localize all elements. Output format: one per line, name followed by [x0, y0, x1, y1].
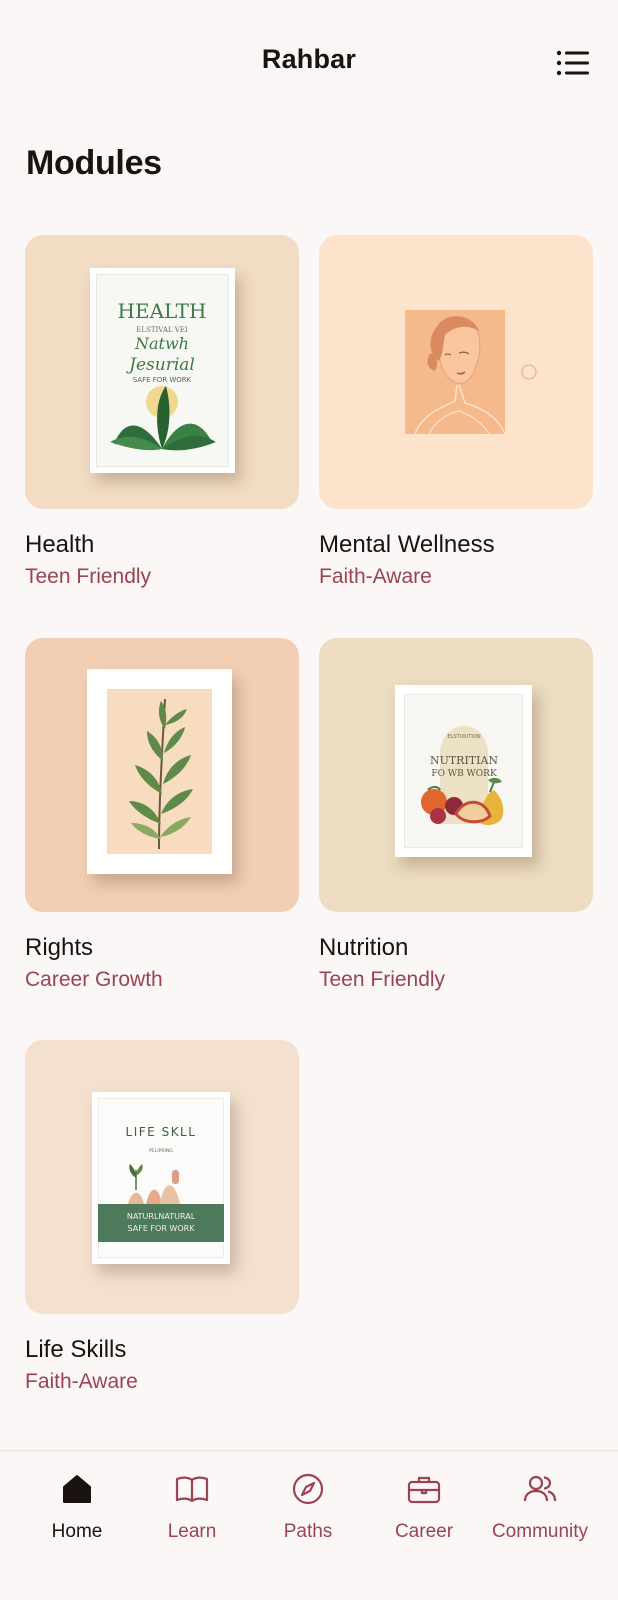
home-icon [63, 1475, 91, 1503]
module-thumbnail: LIFE SKLL PELIPRING NATURLNATURAL SAFE F… [25, 1040, 299, 1314]
users-icon [523, 1475, 557, 1502]
nav-item-home[interactable]: Home [17, 1471, 137, 1543]
list-menu-icon [556, 50, 589, 76]
poster-frame: ELSTUIUTION NUTRITIAN FO WB WORK [395, 685, 532, 857]
module-card-nutrition[interactable]: ELSTUIUTION NUTRITIAN FO WB WORK Nutriti… [319, 638, 593, 992]
nav-item-career[interactable]: Career [364, 1471, 484, 1543]
poster-line: SAFE FOR WORK [128, 1224, 196, 1233]
poster-line: PELIPRING [149, 1148, 173, 1154]
module-title: Health [25, 531, 95, 558]
poster-line: FO WB WORK [431, 769, 497, 779]
module-title: Nutrition [319, 934, 409, 961]
poster-frame: LIFE SKLL PELIPRING NATURLNATURAL SAFE F… [92, 1092, 230, 1264]
poster-heading: LIFE SKLL [126, 1125, 197, 1139]
poster-frame: HEALTH ELSTIVAL VEI Natwh Jesurial SAFE … [90, 268, 235, 473]
life-skills-poster-art: LIFE SKLL PELIPRING NATURLNATURAL SAFE F… [98, 1098, 224, 1258]
nav-label: Career [394, 1521, 454, 1542]
module-card-rights[interactable]: Rights Career Growth [25, 638, 299, 992]
nav-label: Learn [167, 1521, 217, 1542]
poster-frame [87, 669, 232, 874]
leaf-branch-poster-art [107, 689, 212, 854]
module-tag: Career Growth [25, 968, 163, 991]
module-thumbnail [25, 638, 299, 912]
app-root: Rahbar Modules HEALTH ELSTIVAL VEI Natwh [0, 0, 618, 1600]
poster-line: Natwh [134, 334, 189, 353]
book-icon [175, 1476, 209, 1503]
section-title: Modules [26, 144, 162, 182]
module-tag: Teen Friendly [319, 968, 446, 991]
bottom-navigation: Home Learn Paths Career Community [0, 1450, 618, 1600]
health-poster-art: HEALTH ELSTIVAL VEI Natwh Jesurial SAFE … [96, 274, 229, 467]
nav-item-community[interactable]: Community [480, 1471, 600, 1543]
module-title: Mental Wellness [319, 531, 495, 558]
module-tag: Faith-Aware [319, 565, 432, 588]
poster-heading: NUTRITIAN [430, 754, 498, 767]
app-title: Rahbar [261, 44, 357, 74]
poster-line: ELSTIVAL VEI [136, 326, 188, 334]
poster-line: NATURLNATURAL [127, 1212, 196, 1221]
module-thumbnail: ELSTUIUTION NUTRITIAN FO WB WORK [319, 638, 593, 912]
top-app-bar: Rahbar [0, 0, 618, 124]
poster-line: SAFE FOR WORK [133, 376, 192, 384]
poster-heading: HEALTH [118, 299, 207, 323]
nav-label: Community [491, 1521, 589, 1542]
nav-item-paths[interactable]: Paths [248, 1471, 368, 1543]
menu-button[interactable] [556, 49, 590, 79]
compass-icon [292, 1473, 324, 1505]
poster-line: Jesurial [126, 355, 195, 375]
module-thumbnail [319, 235, 593, 509]
nav-label: Paths [283, 1521, 333, 1542]
nav-item-learn[interactable]: Learn [132, 1471, 252, 1543]
briefcase-icon [407, 1476, 441, 1504]
nutrition-poster-art: ELSTUIUTION NUTRITIAN FO WB WORK [404, 694, 523, 848]
module-title: Rights [25, 934, 94, 961]
module-title: Life Skills [25, 1336, 127, 1363]
nav-label: Home [51, 1521, 103, 1542]
poster-line: ELSTUIUTION [447, 734, 480, 740]
module-card-mental-wellness[interactable]: Mental Wellness Faith-Aware [319, 235, 593, 589]
woman-portrait-art [405, 310, 537, 435]
module-card-life-skills[interactable]: LIFE SKLL PELIPRING NATURLNATURAL SAFE F… [25, 1040, 299, 1394]
module-tag: Faith-Aware [25, 1370, 138, 1393]
module-card-health[interactable]: HEALTH ELSTIVAL VEI Natwh Jesurial SAFE … [25, 235, 299, 589]
module-thumbnail: HEALTH ELSTIVAL VEI Natwh Jesurial SAFE … [25, 235, 299, 509]
module-tag: Teen Friendly [25, 565, 152, 588]
